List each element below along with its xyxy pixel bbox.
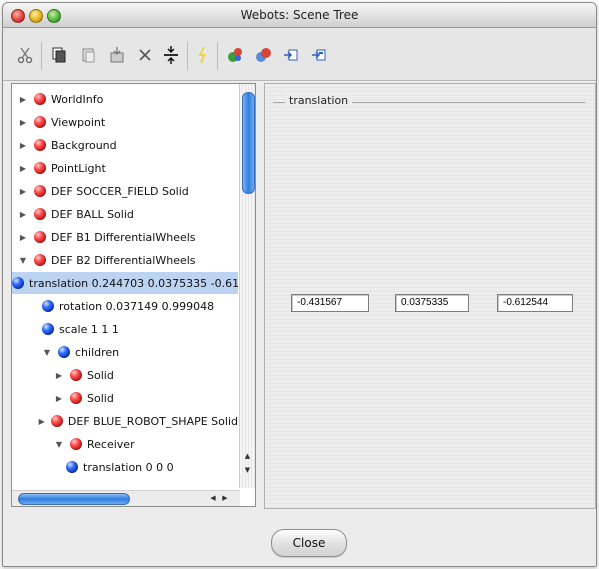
scroll-down-arrow-icon[interactable]: ▼ [242,464,253,476]
title-bar[interactable]: Webots: Scene Tree [3,3,596,28]
node-ball-icon [34,116,46,128]
expand-triangle-icon[interactable]: ▶ [18,232,28,242]
import-icon[interactable] [279,44,303,66]
tree-row-label: scale 1 1 1 [59,322,119,336]
expand-triangle-icon[interactable]: ▶ [18,163,28,173]
tree-row-label: Receiver [87,437,135,451]
field-ball-icon [42,323,54,335]
tree-horizontal-scrollbar[interactable]: ◀ ▶ [12,490,240,506]
translation-z-field[interactable] [497,294,573,312]
tree-row[interactable]: ▶ Solid [12,364,238,386]
expand-triangle-icon[interactable]: ▶ [54,370,64,380]
tree-row[interactable]: ▼ Receiver [12,433,238,455]
tree-horizontal-scroll-thumb[interactable] [18,493,130,505]
tree-row[interactable]: ▶ DEF BLUE_ROBOT_SHAPE Solid [12,410,238,432]
paste-after-icon[interactable] [105,44,129,66]
add-proto-icon[interactable] [251,44,275,66]
node-ball-icon [34,162,46,174]
tree-row-label: Viewpoint [51,115,106,129]
expand-icon[interactable] [159,44,183,66]
tree-row-label: Background [51,138,117,152]
tree-row-label: rotation 0.037149 0.999048 [59,299,215,313]
copy-icon[interactable] [47,44,71,66]
node-ball-icon [70,369,82,381]
field-group-label: translation [285,94,353,107]
scene-tree-list[interactable]: ▶ WorldInfo ▶ Viewpoint ▶ Background ▶ PointLig… [12,88,238,488]
expand-triangle-icon[interactable]: ▶ [18,140,28,150]
paste-icon[interactable] [77,44,101,66]
tree-row-label: Solid [87,368,114,382]
field-ball-icon [58,346,70,358]
tree-row[interactable]: ▶ WorldInfo [12,88,238,110]
expand-triangle-icon[interactable]: ▶ [18,94,28,104]
tree-row-label: PointLight [51,161,106,175]
tree-row[interactable]: ▶ DEF B1 DifferentialWheels [12,226,238,248]
tree-row-label: translation 0 0 0 [83,460,174,474]
tree-row[interactable]: ▶ DEF SOCCER_FIELD Solid [12,180,238,202]
tree-row-label: DEF SOCCER_FIELD Solid [51,184,189,198]
expand-triangle-icon[interactable]: ▶ [54,393,64,403]
collapse-triangle-icon[interactable]: ▼ [18,255,28,265]
help-icon[interactable] [191,44,215,66]
tree-row[interactable]: ▶ Viewpoint [12,111,238,133]
node-ball-icon [70,438,82,450]
expand-triangle-icon[interactable]: ▶ [39,416,45,426]
splitter-handle[interactable] [257,83,261,507]
expand-triangle-icon[interactable]: ▶ [18,209,28,219]
collapse-triangle-icon[interactable]: ▼ [42,347,52,357]
node-ball-icon [70,392,82,404]
collapse-triangle-icon[interactable]: ▼ [54,439,64,449]
expand-triangle-icon[interactable]: ▶ [18,117,28,127]
close-button[interactable]: Close [271,529,347,557]
button-bar: Close [3,509,596,566]
field-ball-icon [42,300,54,312]
tree-row-label: Solid [87,391,114,405]
tree-row-label: DEF B2 DifferentialWheels [51,253,196,267]
delete-icon[interactable] [133,44,157,66]
tree-row[interactable]: ▶ PointLight [12,157,238,179]
scroll-right-arrow-icon[interactable]: ▶ [220,492,230,505]
field-ball-icon [12,277,24,289]
add-node-icon[interactable] [223,44,247,66]
tree-row-label: children [75,345,120,359]
export-icon[interactable] [307,44,331,66]
field-editor-panel: translation [264,83,596,509]
tree-row[interactable]: translation 0.244703 0.0375335 -0.612544 [12,272,238,294]
node-ball-icon [50,415,63,427]
tree-row[interactable]: scale 1 1 1 [12,318,238,340]
node-ball-icon [34,185,46,197]
scene-tree-panel[interactable]: ▶ WorldInfo ▶ Viewpoint ▶ Background ▶ PointLig… [11,83,256,507]
tree-row[interactable]: ▶ DEF BALL Solid [12,203,238,225]
field-ball-icon [66,461,78,473]
tree-row[interactable]: translation 0 0 0 [12,456,238,478]
toolbar [3,28,596,81]
scroll-up-arrow-icon[interactable]: ▲ [242,450,253,462]
node-ball-icon [34,93,46,105]
tree-row[interactable]: ▼ children [12,341,238,363]
tree-row[interactable]: ▶ Background [12,134,238,156]
tree-vertical-scrollbar[interactable]: ▲ ▼ [239,84,255,488]
translation-y-field[interactable] [395,294,469,312]
tree-vertical-scroll-thumb[interactable] [242,92,255,194]
tree-row[interactable]: rotation 0.037149 0.999048 [12,295,238,317]
tree-row-label: DEF B1 DifferentialWheels [51,230,196,244]
node-ball-icon [34,231,46,243]
scroll-left-arrow-icon[interactable]: ◀ [208,492,218,505]
expand-triangle-icon[interactable]: ▶ [18,186,28,196]
translation-x-field[interactable] [291,294,369,312]
cut-icon[interactable] [13,44,37,66]
tree-row-label: translation 0.244703 0.0375335 -0.612544 [29,276,238,290]
tree-row[interactable]: ▶ Solid [12,387,238,409]
scene-tree-window: Webots: Scene Tree ▶ WorldInfo ▶ Viewpoi… [2,2,597,567]
tree-row-label: DEF BALL Solid [51,207,134,221]
node-ball-icon [34,254,46,266]
tree-row-label: DEF BLUE_ROBOT_SHAPE Solid [67,414,238,428]
tree-row[interactable]: ▼ DEF B2 DifferentialWheels [12,249,238,271]
tree-row-label: WorldInfo [51,92,104,106]
node-ball-icon [34,208,46,220]
node-ball-icon [34,139,46,151]
window-title: Webots: Scene Tree [240,8,359,22]
